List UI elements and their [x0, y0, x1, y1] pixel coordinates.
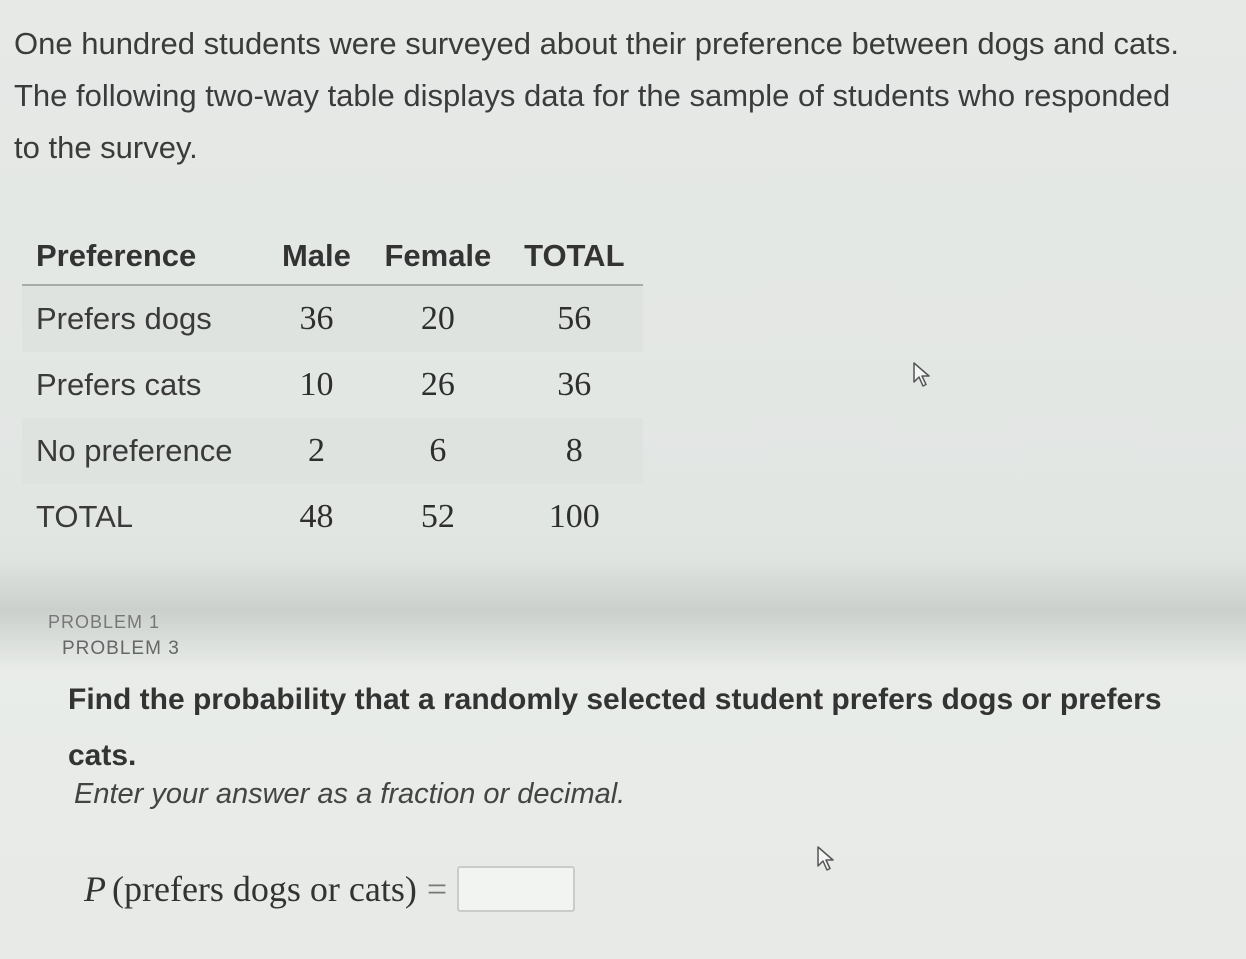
cell-female: 20 — [370, 285, 506, 352]
cell-total: 56 — [505, 285, 644, 352]
answer-input[interactable] — [457, 866, 576, 912]
probability-symbol: P — [84, 869, 106, 909]
table-row: Prefers dogs 36 20 56 — [22, 285, 644, 352]
cell-total: 100 — [548, 498, 600, 535]
mouse-cursor-icon — [817, 846, 834, 871]
row-label: Prefers dogs — [22, 285, 263, 352]
breadcrumb-problem-1[interactable]: PROBLEM 1 — [48, 612, 160, 633]
intro-text: One hundred students were surveyed about… — [14, 26, 1179, 165]
cell-female: 6 — [370, 418, 506, 484]
header-female: Female — [370, 232, 506, 286]
mouse-cursor-icon — [913, 362, 930, 387]
row-label: TOTAL — [36, 499, 134, 534]
table-row: No preference 2 6 8 — [22, 418, 644, 484]
cell-male: 10 — [299, 366, 334, 403]
cell-male: 48 — [299, 498, 334, 535]
table-header-row: Preference Male Female TOTAL — [22, 232, 644, 286]
question-text: Find the probability that a randomly sel… — [68, 683, 1162, 772]
breadcrumb-problem-3[interactable]: PROBLEM 3 — [62, 638, 180, 660]
instruction-text: Enter your answer as a fraction or decim… — [74, 778, 626, 810]
header-total: TOTAL — [505, 232, 644, 286]
answer-row: P (prefers dogs or cats) = — [84, 866, 576, 912]
header-male: Male — [262, 232, 371, 286]
screen-shadow — [0, 560, 1246, 670]
probability-expression: (prefers dogs or cats) — [112, 869, 417, 909]
cell-male: 2 — [262, 418, 371, 484]
row-label: No preference — [22, 418, 263, 484]
table-row-total: TOTAL 48 52 100 — [22, 484, 643, 550]
table-row: Prefers cats 10 26 36 — [22, 352, 643, 418]
header-preference: Preference — [22, 232, 263, 286]
cell-total: 8 — [505, 418, 644, 484]
cell-male: 36 — [262, 285, 371, 352]
two-way-table: Preference Male Female TOTAL Prefers dog… — [22, 232, 644, 550]
cell-female: 52 — [420, 498, 455, 535]
cell-total: 36 — [557, 366, 592, 403]
cell-female: 26 — [420, 366, 455, 403]
equals-sign: = — [426, 869, 448, 909]
row-label: Prefers cats — [36, 367, 202, 402]
